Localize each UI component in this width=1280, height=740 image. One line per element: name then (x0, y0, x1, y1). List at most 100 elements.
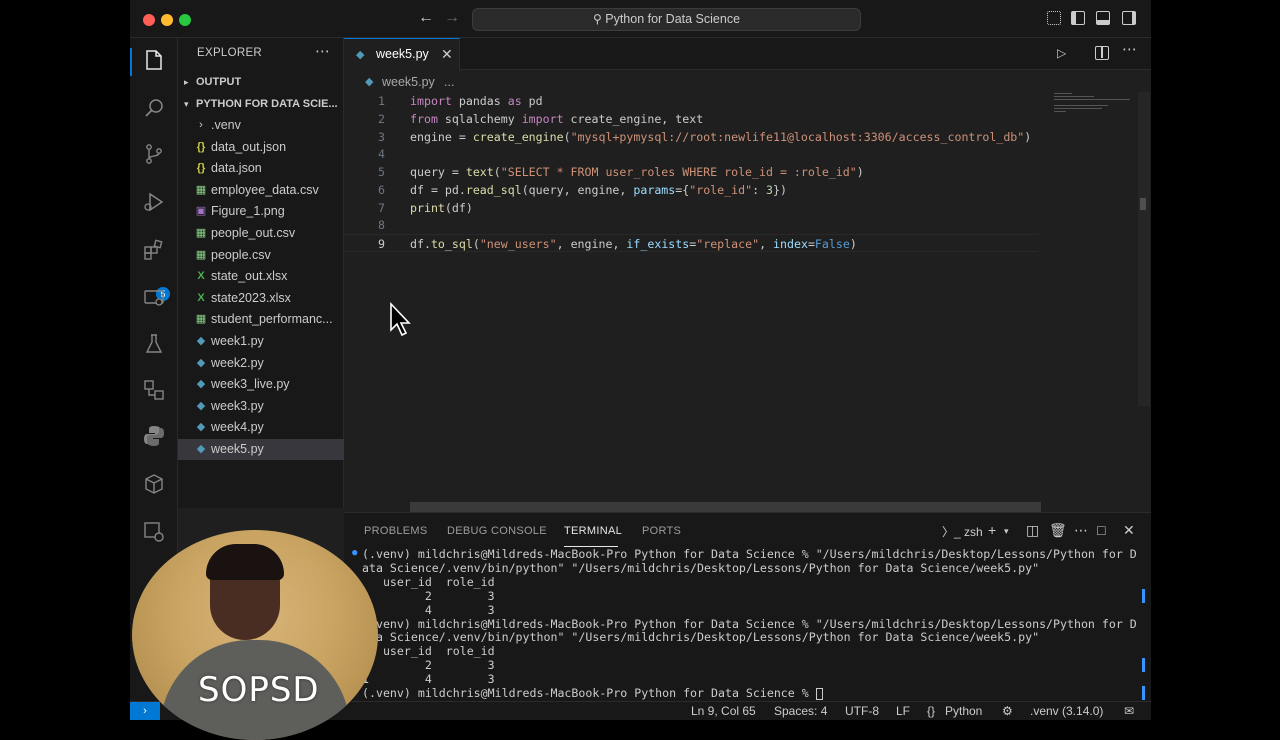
testing-icon[interactable] (142, 332, 166, 356)
py-file-icon: ◆ (196, 378, 206, 391)
file-item[interactable]: ▦ employee_data.csv (178, 180, 344, 201)
code-line[interactable]: 2 from sqlalchemy import create_engine, t… (344, 110, 1044, 128)
command-center-search[interactable]: ⚲ Python for Data Science (472, 8, 861, 31)
tab-ports[interactable]: PORTS (642, 525, 681, 537)
containers-icon[interactable] (142, 378, 166, 402)
tab-problems[interactable]: PROBLEMS (364, 525, 428, 537)
file-item[interactable]: ◆ week4.py (178, 417, 344, 438)
toggle-sidebar-icon[interactable] (1071, 11, 1085, 25)
code-token: ={ (675, 182, 690, 197)
xlsx-file-icon: X (197, 270, 205, 283)
scrollbar-thumb[interactable] (1140, 198, 1146, 210)
split-terminal-icon[interactable]: ◫ (1026, 522, 1039, 539)
chevron-right-icon: › (199, 119, 203, 131)
code-token: sqlalchemy (437, 111, 522, 126)
code-line[interactable]: 5 query = text("SELECT * FROM user_roles … (344, 163, 1044, 181)
file-item[interactable]: ▣ Figure_1.png (178, 201, 344, 222)
file-item[interactable]: Xstate2023.xlsx (178, 288, 344, 309)
minimize-window-button[interactable] (161, 14, 173, 26)
code-line[interactable]: 7 print(df) (344, 199, 1044, 217)
extensions-icon[interactable] (142, 238, 166, 262)
remote-indicator-icon[interactable]: › (130, 702, 160, 720)
tab-debug-console[interactable]: DEBUG CONSOLE (447, 525, 547, 537)
maximize-panel-icon[interactable]: □ (1097, 522, 1105, 538)
trash-icon[interactable]: 🗑 (1049, 522, 1067, 539)
file-item[interactable]: ◆ week3.py (178, 396, 344, 417)
package-icon[interactable] (142, 472, 166, 496)
customize-layout-icon[interactable] (1047, 11, 1061, 25)
code-line[interactable]: 6 df = pd.read_sql(query, engine, params=… (344, 181, 1044, 199)
file-item[interactable]: ▦ people.csv (178, 245, 344, 266)
tab-week5-py[interactable]: ◆ week5.py ✕ (344, 38, 460, 71)
indentation[interactable]: Spaces: 4 (774, 704, 827, 718)
more-actions-icon[interactable]: ⋯ (1074, 522, 1088, 539)
file-item[interactable]: {} data.json (178, 158, 344, 179)
mouse-pointer-icon (390, 302, 411, 337)
python-icon[interactable] (142, 424, 166, 448)
close-window-button[interactable] (143, 14, 155, 26)
forward-arrow-icon[interactable]: → (444, 9, 460, 27)
terminal-output[interactable]: (.venv) mildchris@Mildreds-MacBook-Pro P… (350, 547, 1145, 700)
file-item[interactable]: › .venv (178, 115, 344, 136)
terminal-line: (.venv) mildchris@Mildreds-MacBook-Pro P… (362, 686, 823, 700)
split-editor-icon[interactable] (1095, 46, 1109, 60)
source-control-icon[interactable] (142, 142, 166, 166)
close-icon[interactable]: ✕ (441, 46, 453, 63)
language-mode[interactable]: Python (945, 704, 982, 718)
py-file-icon: ◆ (196, 335, 206, 347)
more-actions-icon[interactable]: ⋯ (315, 42, 330, 60)
tools-icon: ⚙ (1002, 704, 1013, 718)
more-actions-icon[interactable]: ⋯ (1122, 40, 1137, 58)
code-line[interactable]: 8 (344, 216, 1044, 234)
tab-terminal[interactable]: TERMINAL (564, 525, 622, 537)
file-item[interactable]: ▦ people_out.csv (178, 223, 344, 244)
file-item[interactable]: ◆ week3_live.py (178, 374, 344, 395)
code-token: create_engine, text (563, 111, 704, 126)
code-line[interactable]: 9 df.to_sql("new_users", engine, if_exist… (344, 234, 1038, 252)
explorer-icon[interactable] (142, 48, 166, 72)
editor-vertical-scrollbar[interactable] (1138, 92, 1150, 406)
toggle-secondary-sidebar-icon[interactable] (1122, 11, 1136, 25)
code-editor[interactable]: 1 import pandas as pd 2 from sqlalchemy imp… (344, 92, 1151, 510)
remote-explorer-icon[interactable] (142, 286, 166, 310)
breadcrumb-file[interactable]: week5.py (382, 72, 435, 92)
code-token: "SELECT * FROM user_roles WHERE role_id … (500, 165, 857, 179)
breadcrumb-symbols[interactable]: ... (444, 72, 454, 92)
toggle-panel-icon[interactable] (1096, 11, 1110, 25)
run-debug-icon[interactable] (142, 190, 166, 214)
code-line[interactable]: 3 engine = create_engine("mysql+pymysql:/… (344, 128, 1044, 146)
settings-sync-icon[interactable] (142, 520, 166, 544)
bottom-panel: PROBLEMS DEBUG CONSOLE TERMINAL PORTS 〉_… (344, 512, 1151, 701)
project-section-header[interactable]: ▾ PYTHON FOR DATA SCIE... (178, 93, 344, 115)
close-panel-icon[interactable]: ✕ (1123, 522, 1135, 539)
line-ending[interactable]: LF (896, 704, 910, 718)
run-python-file-icon[interactable]: ▷ (1057, 46, 1066, 60)
notifications-icon[interactable]: ✉ (1124, 704, 1134, 718)
encoding[interactable]: UTF-8 (845, 704, 879, 718)
code-line[interactable]: 1 import pandas as pd (344, 92, 1044, 110)
terminal-icon: 〉_ (942, 525, 961, 539)
maximize-window-button[interactable] (179, 14, 191, 26)
chevron-down-icon[interactable]: ▾ (1004, 526, 1009, 537)
minimap[interactable] (1054, 92, 1132, 116)
new-terminal-icon[interactable]: + (988, 522, 996, 538)
file-item[interactable]: ◆ week2.py (178, 353, 344, 374)
file-item[interactable]: ▦ student_performanc... (178, 309, 344, 330)
command-decoration-icon[interactable]: ● (352, 548, 357, 558)
python-interpreter[interactable]: .venv (3.14.0) (1030, 704, 1103, 718)
search-icon[interactable] (142, 96, 166, 120)
code-token: df = pd. (410, 182, 466, 197)
code-line[interactable]: 4 (344, 145, 1044, 163)
file-item[interactable]: Xstate_out.xlsx (178, 266, 344, 287)
editor-horizontal-scrollbar[interactable] (410, 502, 1041, 512)
file-item[interactable]: ◆ week1.py (178, 331, 344, 352)
code-token: "role_id" (689, 182, 753, 197)
code-token: params (633, 182, 676, 197)
output-section-header[interactable]: ▸ OUTPUT (178, 71, 344, 93)
code-token: engine = (410, 129, 473, 144)
back-arrow-icon[interactable]: ← (418, 9, 434, 27)
file-item[interactable]: ◆ week5.py (178, 439, 344, 460)
cursor-position[interactable]: Ln 9, Col 65 (691, 704, 756, 718)
file-item[interactable]: {} data_out.json (178, 137, 344, 158)
terminal-shell-selector[interactable]: 〉_ zsh (942, 523, 983, 540)
